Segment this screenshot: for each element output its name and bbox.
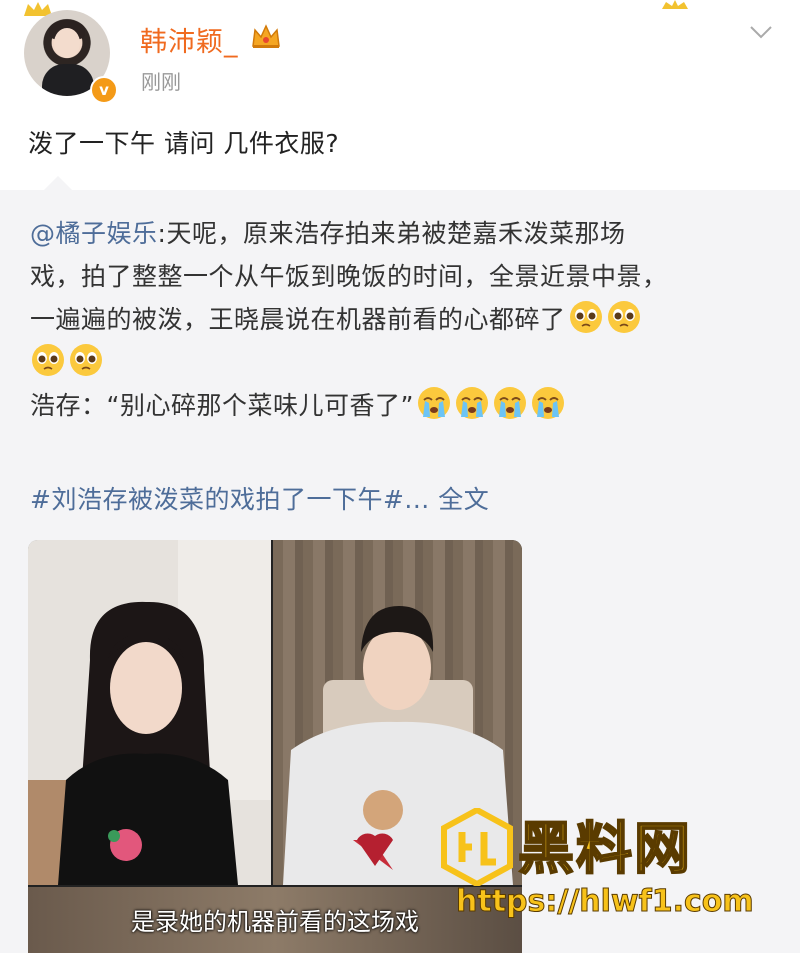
username[interactable]: 韩沛颖_ [140,20,239,59]
watermark-url: https://hlwf1.com [456,884,755,920]
post-text: 泼了一下午 请问 几件衣服? [28,129,340,158]
hashtag-line: #刘浩存被泼菜的戏拍了一下午#... 全文 [30,480,489,516]
repost-line: 浩存：“别心碎那个菜味儿可香了” [30,391,414,420]
crying-face-emoji [493,387,526,419]
chevron-down-icon[interactable] [748,22,774,42]
post-header: v 韩沛颖_ 刚刚 泼了一下午 请问 几件衣服? [0,0,800,190]
video-caption: 是录她的机器前看的这场戏 [131,908,419,936]
hashtag-link[interactable]: #刘浩存被泼菜的戏拍了一下午#... [30,485,430,514]
pleading-face-emoji [569,301,602,333]
repost-text: @橘子娱乐:天呢，原来浩存拍来弟被楚嘉禾泼菜那场 戏，拍了整整一个从午饭到晚饭的… [30,212,770,427]
crying-face-emoji [531,387,564,419]
full-text-link[interactable]: 全文 [438,485,489,514]
video-thumbnail[interactable]: 是录她的机器前看的这场戏 [28,540,522,953]
crown-icon [252,24,280,48]
repost-line: 戏，拍了整整一个从午饭到晚饭的时间，全景近景中景， [30,262,668,291]
watermark-brand: 黑料网 [517,816,692,883]
avatar[interactable]: v [24,10,118,104]
mention-link[interactable]: @橘子娱乐 [30,219,158,248]
repost-line: :天呢，原来浩存拍来弟被楚嘉禾泼菜那场 [157,219,626,248]
post-time: 刚刚 [141,70,181,94]
repost-notch [44,176,72,190]
pleading-face-emoji [607,301,640,333]
woman-figure-image [28,540,271,885]
crying-face-emoji [417,387,450,419]
pleading-face-emoji [32,344,64,376]
verified-badge-icon: v [90,76,118,104]
crying-face-emoji [455,387,488,419]
crown-decoration-icon [662,0,688,9]
pleading-face-emoji [70,344,102,376]
video-frame-left [28,540,271,885]
watermark-logo-icon [441,808,513,886]
repost-line: 一遍遍的被泼，王晓晨说在机器前看的心都碎了 [30,305,566,334]
